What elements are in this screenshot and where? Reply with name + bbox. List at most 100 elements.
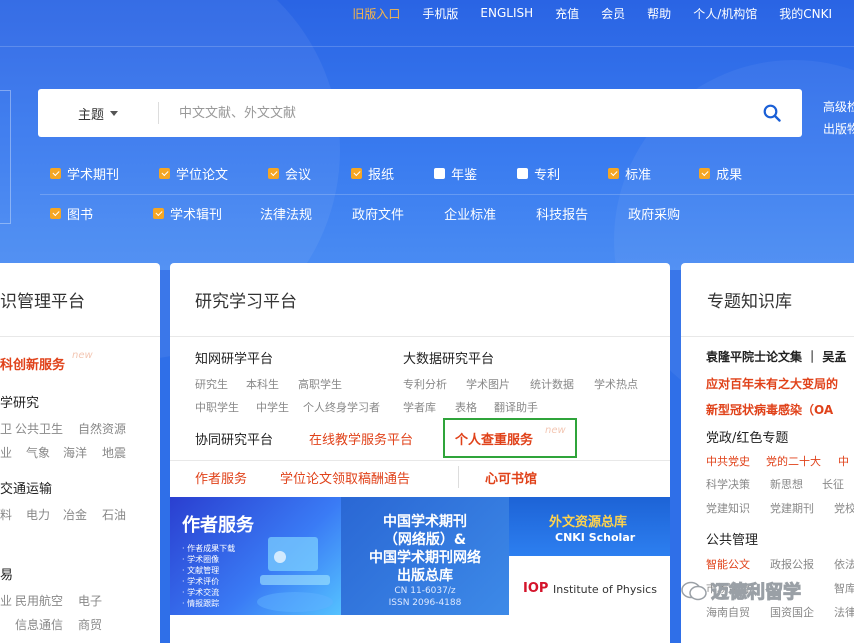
left-row4-1[interactable]: 民用航空 xyxy=(15,592,63,609)
filter-conferences[interactable]: 会议 xyxy=(268,164,311,183)
highlight-frame xyxy=(443,418,577,458)
gov-bulletin-link[interactable]: 政报公报 xyxy=(770,556,814,572)
banner-subtitle: CNKI Scholar xyxy=(555,531,636,544)
author-service-link[interactable]: 作者服务 xyxy=(195,468,247,487)
left-item-trade[interactable]: 易 xyxy=(0,564,13,583)
yuan-longping-collection[interactable]: 袁隆平院士论文集 ｜ 吴孟 xyxy=(706,348,846,365)
bigdata-hotspots[interactable]: 学术热点 xyxy=(594,376,638,392)
bigdata-statistics[interactable]: 统计数据 xyxy=(530,376,574,392)
iop-name: Institute of Physics xyxy=(553,583,657,596)
covid-topic[interactable]: 新型冠状病毒感染（OA xyxy=(706,401,833,418)
rule-of-law-link[interactable]: 依法 xyxy=(834,556,854,572)
smart-documents-link[interactable]: 智能公文 xyxy=(706,556,750,572)
left-row2-2[interactable]: 海洋 xyxy=(63,444,87,461)
cnki-study-platform[interactable]: 知网研学平台 xyxy=(195,348,273,367)
left-row5-2[interactable]: 商贸 xyxy=(78,616,102,633)
panel-title: 专题知识库 xyxy=(681,263,854,337)
bigdata-scholars[interactable]: 学者库 xyxy=(403,399,436,415)
nav-english[interactable]: ENGLISH xyxy=(480,6,533,20)
left-row2-0[interactable]: 业 xyxy=(0,444,12,461)
study-vocational[interactable]: 高职学生 xyxy=(298,376,342,392)
nav-personal-institution[interactable]: 个人/机构馆 xyxy=(693,5,757,22)
filter-newspapers[interactable]: 报纸 xyxy=(351,164,394,183)
filter-gov-procurement[interactable]: 政府采购 xyxy=(628,204,680,223)
bigdata-platform[interactable]: 大数据研究平台 xyxy=(403,348,494,367)
online-teaching-platform[interactable]: 在线教学服务平台 xyxy=(309,429,413,448)
bigdata-patent-analysis[interactable]: 专利分析 xyxy=(403,376,447,392)
nav-help[interactable]: 帮助 xyxy=(647,5,671,22)
left-row2-1[interactable]: 气象 xyxy=(26,444,50,461)
left-row1-2[interactable]: 自然资源 xyxy=(78,420,126,437)
new-thought-link[interactable]: 新思想 xyxy=(770,476,803,492)
party-history-link[interactable]: 中共党史 xyxy=(706,453,750,469)
search-scope-dropdown[interactable]: 主题 xyxy=(38,104,158,123)
bigdata-images[interactable]: 学术图片 xyxy=(466,376,510,392)
xinke-library[interactable]: 心可书馆 xyxy=(485,468,537,487)
search-input[interactable] xyxy=(159,104,742,122)
left-bracket xyxy=(10,90,11,224)
party-journals-link[interactable]: 党建期刊 xyxy=(770,500,814,516)
left-row4-2[interactable]: 电子 xyxy=(78,592,102,609)
china-journals-banner[interactable]: 中国学术期刊 （网络版）& 中国学术期刊网络 出版总库 CN 11-6037/z… xyxy=(341,497,509,615)
left-row3-1[interactable]: 电力 xyxy=(26,506,50,523)
left-item-transport[interactable]: 交通运输 xyxy=(0,478,52,497)
scientific-decision-link[interactable]: 科学决策 xyxy=(706,476,750,492)
nav-recharge[interactable]: 充值 xyxy=(555,5,579,22)
nav-mobile[interactable]: 手机版 xyxy=(422,5,458,22)
nav-old-version[interactable]: 旧版入口 xyxy=(352,5,400,22)
filter-label: 图书 xyxy=(67,208,94,223)
banner-line: 中国学术期刊 xyxy=(383,514,467,530)
search-bar: 主题 xyxy=(38,89,802,137)
filter-label: 学位论文 xyxy=(176,168,229,183)
bigdata-tables[interactable]: 表格 xyxy=(455,399,477,415)
filter-books[interactable]: 图书 xyxy=(50,204,93,223)
left-row1-0[interactable]: 卫 xyxy=(0,420,12,437)
advanced-search-link[interactable]: 高级检 xyxy=(823,96,854,118)
left-item-research[interactable]: 学研究 xyxy=(0,392,39,411)
filter-tech-reports[interactable]: 科技报告 xyxy=(536,204,588,223)
great-changes-topic[interactable]: 应对百年未有之大变局的 xyxy=(706,375,838,392)
left-row1-1[interactable]: 公共卫生 xyxy=(15,420,63,437)
left-row4-0[interactable]: 业 xyxy=(0,592,12,609)
thesis-royalty-notice[interactable]: 学位论文领取稿酬通告 xyxy=(280,468,410,487)
study-secondary-vocational[interactable]: 中职学生 xyxy=(195,399,239,415)
mid-divider xyxy=(170,460,670,461)
filter-enterprise-standards[interactable]: 企业标准 xyxy=(444,204,496,223)
left-row2-3[interactable]: 地震 xyxy=(102,444,126,461)
left-row5-1[interactable]: 信息通信 xyxy=(15,616,63,633)
party-school-link[interactable]: 党校 xyxy=(834,500,854,516)
foreign-resources-banner[interactable]: 外文资源总库 CNKI Scholar IOP Institute of Phy… xyxy=(509,497,670,615)
filter-journals[interactable]: 学术期刊 xyxy=(50,164,119,183)
left-row3-3[interactable]: 石油 xyxy=(102,506,126,523)
filter-yearbooks[interactable]: 年鉴 xyxy=(434,164,477,183)
search-button[interactable] xyxy=(742,89,802,137)
study-lifelong[interactable]: 个人终身学习者 xyxy=(303,399,380,415)
party-knowledge-link[interactable]: 党建知识 xyxy=(706,500,750,516)
twentieth-congress-link[interactable]: 党的二十大 xyxy=(766,453,821,469)
long-march-link[interactable]: 长征 xyxy=(822,476,844,492)
database-filters-row2: 图书 学术辑刊 法律法规 政府文件 企业标准 科技报告 政府采购 xyxy=(50,204,680,223)
study-graduate[interactable]: 研究生 xyxy=(195,376,228,392)
advanced-search-links: 高级检 出版物 xyxy=(823,96,854,140)
filter-standards[interactable]: 标准 xyxy=(608,164,651,183)
left-bracket-bottom xyxy=(0,223,10,224)
collab-research-platform[interactable]: 协同研究平台 xyxy=(195,429,273,448)
nav-my-cnki[interactable]: 我的CNKI xyxy=(779,5,832,22)
publication-search-link[interactable]: 出版物 xyxy=(823,118,854,140)
party-more-link[interactable]: 中 xyxy=(838,453,849,469)
filter-achievements[interactable]: 成果 xyxy=(699,164,742,183)
study-middle-school[interactable]: 中学生 xyxy=(256,399,289,415)
filter-theses[interactable]: 学位论文 xyxy=(159,164,228,183)
filter-gov-documents[interactable]: 政府文件 xyxy=(352,204,404,223)
bigdata-translation[interactable]: 翻译助手 xyxy=(494,399,538,415)
filter-collections[interactable]: 学术辑刊 xyxy=(153,204,222,223)
left-item-innovation[interactable]: 科创新服务 xyxy=(0,354,65,373)
left-row3-0[interactable]: 料 xyxy=(0,506,12,523)
study-undergrad[interactable]: 本科生 xyxy=(246,376,279,392)
filter-patents[interactable]: 专利 xyxy=(517,164,560,183)
filter-laws[interactable]: 法律法规 xyxy=(260,204,312,223)
filters-divider xyxy=(40,194,854,195)
author-service-banner[interactable]: 作者服务 · 作者成果下载 · 学术圈像 · 文献管理 · 学术评价 · 学术交… xyxy=(170,497,341,615)
nav-member[interactable]: 会员 xyxy=(601,5,625,22)
left-row3-2[interactable]: 冶金 xyxy=(63,506,87,523)
